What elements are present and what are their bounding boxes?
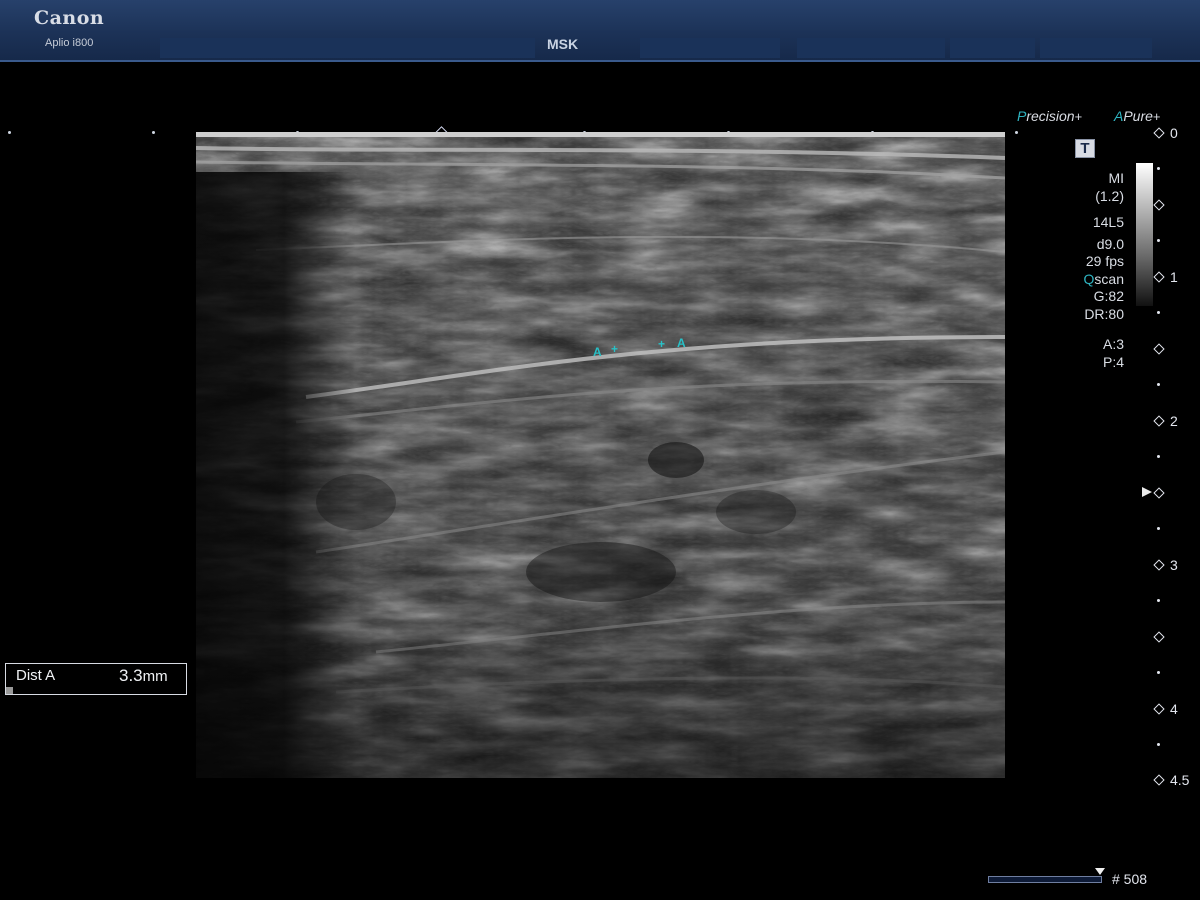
caliper-a-end[interactable]: +	[658, 337, 665, 351]
distance-value: 3.3mm	[119, 666, 168, 685]
header-bar: Canon Aplio i800 MSK	[0, 0, 1200, 62]
depth-tick-major	[1153, 271, 1165, 283]
depth-tick-minor	[1157, 383, 1160, 386]
depth-tick-minor	[1157, 311, 1160, 314]
frame-rate: 29 fps	[1085, 253, 1124, 269]
depth-tick-minor	[1157, 599, 1160, 602]
depth-tick-minor	[1157, 671, 1160, 674]
qscan-label: Qscan	[1083, 270, 1124, 287]
grayscale-map-bar	[1136, 163, 1153, 306]
distance-box-corner	[6, 687, 13, 694]
gain-value: G:82	[1093, 288, 1124, 304]
lateral-marker	[152, 131, 155, 134]
precision-plus-tag: Precision+	[1017, 108, 1083, 124]
depth-tick-half	[1153, 343, 1165, 355]
depth-tick-minor	[1157, 743, 1160, 746]
a-param-value: A:3	[1102, 336, 1124, 352]
cine-position-cursor[interactable]	[1095, 868, 1105, 875]
frame-counter: # 508	[1112, 871, 1148, 887]
mi-value: (1.2)	[1095, 187, 1124, 204]
depth-label-3: 3	[1170, 557, 1178, 573]
cine-loop-bar[interactable]	[988, 876, 1102, 883]
depth-label-0: 0	[1170, 125, 1178, 141]
depth-tick-major	[1153, 559, 1165, 571]
depth-setting: d9.0	[1096, 235, 1124, 252]
brand-logo: Canon	[34, 7, 105, 29]
distance-label: Dist A	[16, 667, 56, 684]
probe-name: 14L5	[1092, 214, 1124, 230]
depth-tick-minor	[1157, 455, 1160, 458]
header-field-1	[640, 38, 780, 58]
header-field-2	[797, 38, 945, 58]
acquisition-parameters: MI (1.2) 14L5 d9.0 29 fps Qscan G:82 DR:…	[1084, 170, 1124, 371]
depth-tick-major	[1153, 703, 1165, 715]
header-field-patient	[160, 38, 535, 58]
lateral-marker	[1015, 131, 1018, 134]
depth-tick-half	[1153, 199, 1165, 211]
depth-tick-half	[1153, 631, 1165, 643]
caliper-a-start[interactable]: +	[611, 342, 618, 356]
caliper-a-end-label: A	[677, 336, 686, 350]
ultrasound-image[interactable]	[196, 132, 1005, 778]
depth-tick-minor	[1157, 527, 1160, 530]
depth-tick-half	[1153, 487, 1165, 499]
apure-plus-tag: APure+	[1114, 108, 1161, 124]
ultrasound-screen: Canon Aplio i800 MSK A + + A Precision+ …	[0, 0, 1200, 900]
exam-preset: MSK	[547, 36, 579, 52]
header-field-3	[950, 38, 1035, 58]
depth-tick-minor	[1157, 239, 1160, 242]
caliper-a-start-label: A	[593, 345, 602, 359]
depth-label-4-5: 4.5	[1170, 772, 1190, 788]
depth-tick-end	[1153, 774, 1165, 786]
header-field-4	[1040, 38, 1152, 58]
depth-label-4: 4	[1170, 701, 1178, 717]
focus-position-marker[interactable]	[1142, 487, 1152, 497]
depth-label-2: 2	[1170, 413, 1178, 429]
bmode-texture	[196, 132, 1005, 778]
dynamic-range-value: DR:80	[1084, 305, 1124, 322]
lateral-marker	[8, 131, 11, 134]
depth-tick-major	[1153, 415, 1165, 427]
distance-measurement-box[interactable]: Dist A 3.3mm	[5, 663, 187, 695]
p-param-value: P:4	[1102, 353, 1124, 370]
system-model: Aplio i800	[45, 37, 94, 49]
depth-label-1: 1	[1170, 269, 1178, 285]
depth-tick-major	[1153, 127, 1165, 139]
mi-label: MI	[1108, 170, 1124, 186]
depth-tick-minor	[1157, 167, 1160, 170]
transducer-t-icon[interactable]: T	[1075, 139, 1095, 158]
